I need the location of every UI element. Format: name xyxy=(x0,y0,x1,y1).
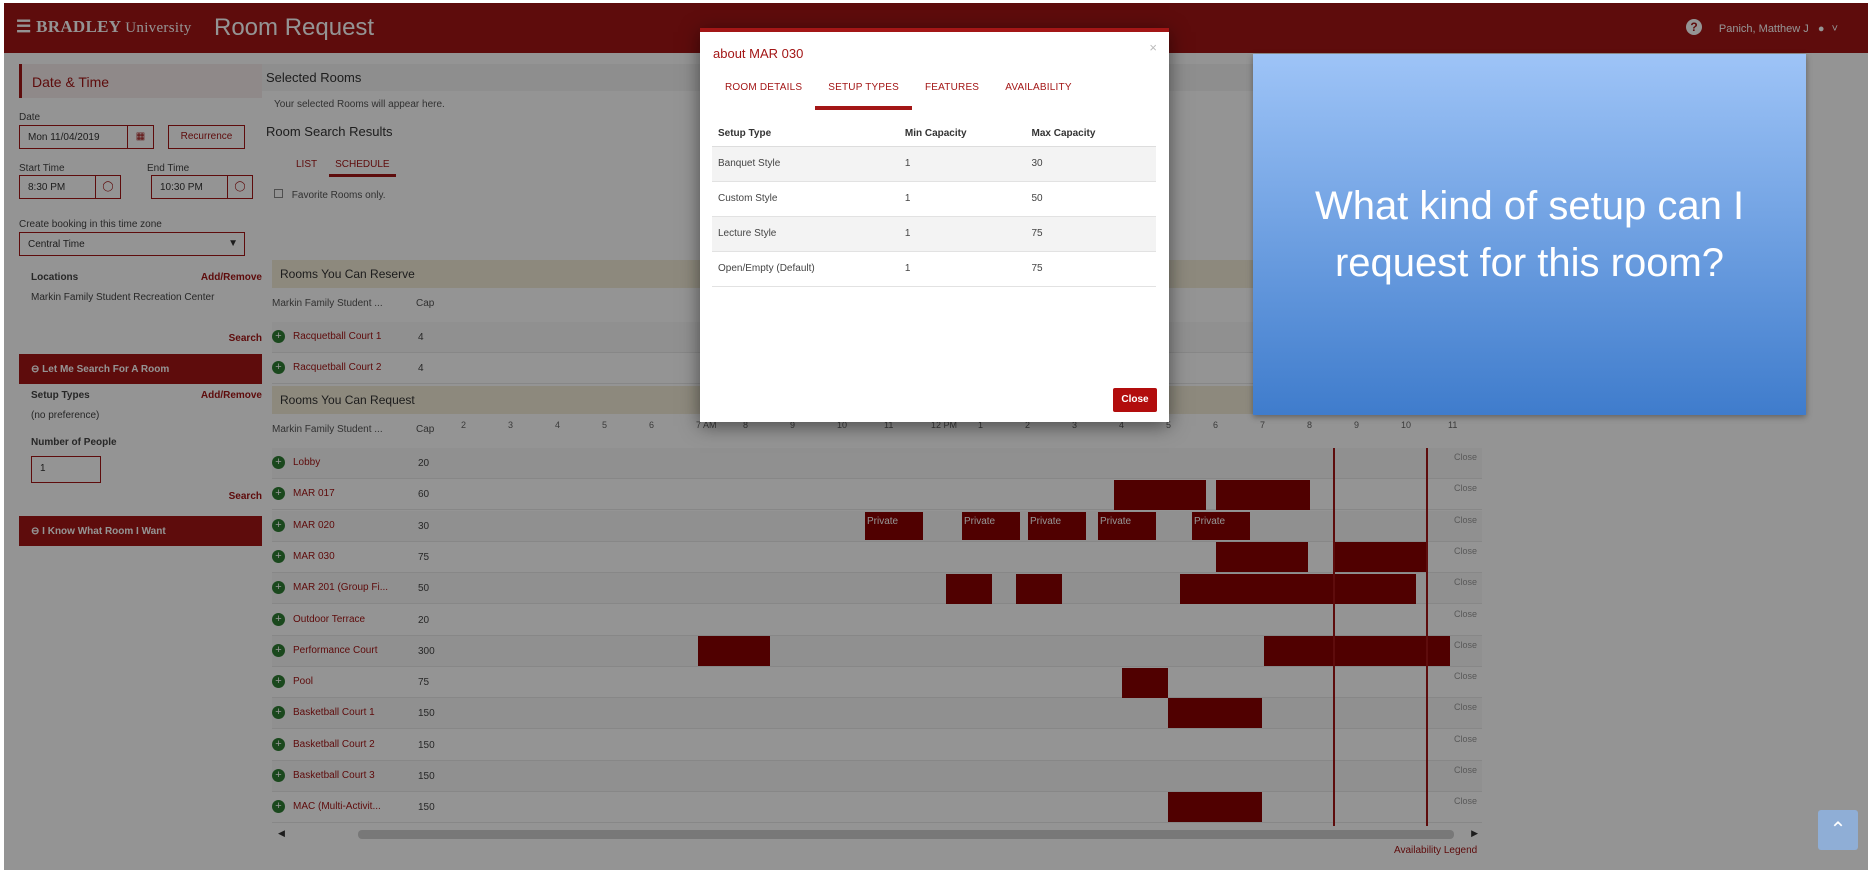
question-callout: What kind of setup can I request for thi… xyxy=(1253,54,1806,415)
table-row: Custom Style 1 50 xyxy=(712,181,1156,217)
setup-type-cell: Banquet Style xyxy=(712,146,899,182)
modal-tabs: ROOM DETAILS SETUP TYPES FEATURES AVAILA… xyxy=(712,82,1085,110)
setup-type-cell: Lecture Style xyxy=(712,216,899,252)
min-capacity-cell: 1 xyxy=(898,251,1026,287)
max-capacity-cell: 30 xyxy=(1025,146,1156,182)
setup-types-table: Setup Type Min Capacity Max Capacity Ban… xyxy=(712,122,1156,287)
chevron-up-icon: ⌃ xyxy=(1829,819,1847,841)
max-capacity-cell: 50 xyxy=(1025,181,1156,217)
room-details-modal: about MAR 030 × ROOM DETAILS SETUP TYPES… xyxy=(700,28,1169,422)
tab-features[interactable]: FEATURES xyxy=(912,82,992,106)
tab-availability[interactable]: AVAILABILITY xyxy=(992,82,1085,106)
tab-room-details[interactable]: ROOM DETAILS xyxy=(712,82,815,106)
min-capacity-cell: 1 xyxy=(898,146,1026,182)
close-icon[interactable]: × xyxy=(1149,40,1157,55)
max-capacity-cell: 75 xyxy=(1025,216,1156,252)
setup-type-cell: Open/Empty (Default) xyxy=(712,251,899,287)
max-capacity-cell: 75 xyxy=(1025,251,1156,287)
modal-title: about MAR 030 xyxy=(713,46,804,61)
setup-type-cell: Custom Style xyxy=(712,181,899,217)
min-capacity-cell: 1 xyxy=(898,216,1026,252)
table-row: Banquet Style 1 30 xyxy=(712,146,1156,182)
scroll-to-top-button[interactable]: ⌃ xyxy=(1818,810,1858,850)
column-setup-type: Setup Type xyxy=(712,122,899,147)
min-capacity-cell: 1 xyxy=(898,181,1026,217)
tab-setup-types[interactable]: SETUP TYPES xyxy=(815,82,912,110)
column-max-capacity: Max Capacity xyxy=(1025,122,1156,147)
column-min-capacity: Min Capacity xyxy=(898,122,1026,147)
table-row: Lecture Style 1 75 xyxy=(712,216,1156,252)
close-button[interactable]: Close xyxy=(1113,388,1157,412)
table-row: Open/Empty (Default) 1 75 xyxy=(712,251,1156,287)
